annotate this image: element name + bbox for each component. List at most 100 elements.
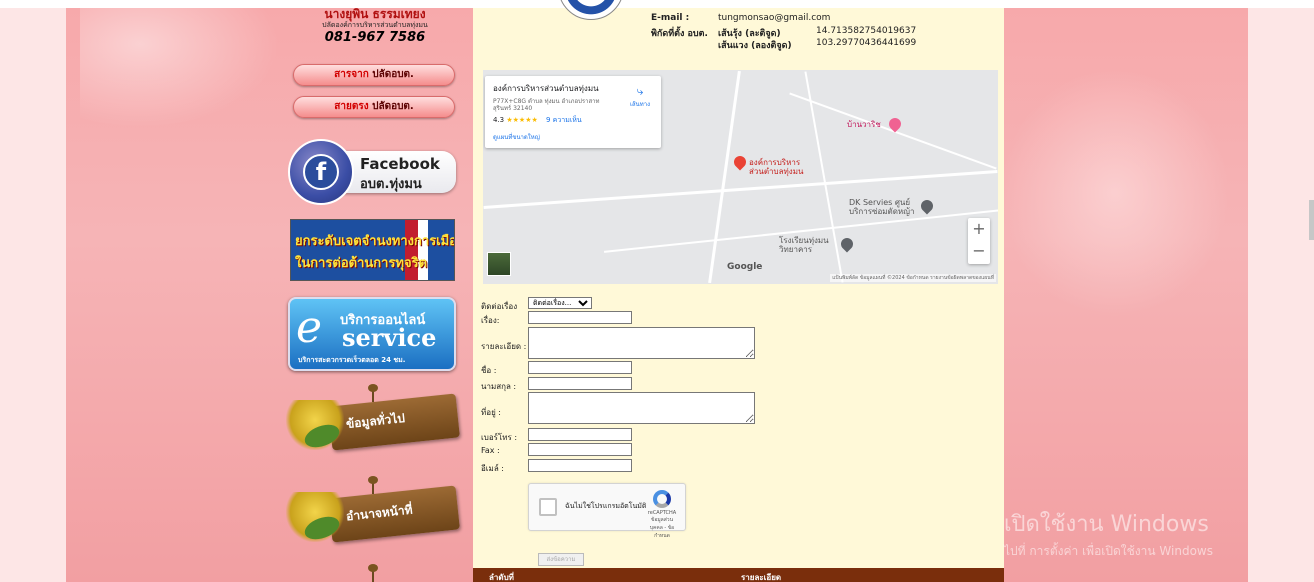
contact-info: E-mail : tungmonsao@gmail.com พิกัดที่ตั… [473,0,1004,64]
place-label: DK Servies ศูนย์ บริการซ่อมตัดหญ้า [849,198,915,216]
recaptcha-text: ฉันไม่ใช่โปรแกรมอัตโนมัติ [565,502,647,510]
submit-button[interactable]: ส่งข้อความ [538,553,584,566]
windows-activation-watermark: เปิดใช้งาน Windows [1004,512,1209,537]
directions-button[interactable]: ⤷ เส้นทาง [627,84,653,109]
left-margin [0,8,66,582]
background-decoration [1000,68,1230,318]
phone-input[interactable] [528,428,632,441]
coordinates-label: พิกัดที่ตั้ง อบต. [651,29,708,39]
menu-authority[interactable]: อำนาจหน้าที่ [286,476,462,548]
fax-input[interactable] [528,443,632,456]
google-logo: Google [727,262,763,272]
map-road [708,70,741,284]
scrollbar[interactable] [1309,200,1314,240]
satellite-toggle[interactable] [487,252,511,276]
recaptcha-links[interactable]: ข้อมูลส่วนบุคคล - ข้อกำหนด [647,516,677,540]
directions-icon: ⤷ [636,84,644,98]
topic-select[interactable]: ติดต่อเรื่อง... [528,297,592,309]
topic-label: ติดต่อเรื่อง [481,302,518,311]
email-value[interactable]: tungmonsao@gmail.com [718,13,830,23]
email-field[interactable] [528,459,632,472]
eservice-banner[interactable]: e บริการออนไลน์ service บริการสะดวกรวดเร… [288,297,456,371]
anti-corruption-banner[interactable]: ยกระดับเจตจำนงทางการเมือง ในการต่อต้านกา… [290,219,455,281]
map-footer: แป้นพิมพ์ลัด ข้อมูลแผนที่ ©2024 ข้อกำหนด… [830,274,996,282]
pill-prefix: สายตรง [334,101,369,112]
recaptcha-branding: reCAPTCHA ข้อมูลส่วนบุคคล - ข้อกำหนด [647,490,677,539]
facebook-icon: f [288,139,354,205]
sidebar: นางยุพิน ธรรมเทยง ปลัดองค์การบริหารส่วนต… [282,8,470,582]
email-field-label: อีเมล์ : [481,464,504,473]
google-map[interactable]: องค์การบริหารส่วนตำบลทุ่งมน P77X+C8G ตำบ… [483,70,998,284]
address-textarea[interactable] [528,392,755,424]
eservice-bottom-text: บริการสะดวกรวดเร็วตลอด 24 ชม. [298,356,406,364]
facebook-letter: f [303,154,339,190]
map-place-card: องค์การบริหารส่วนตำบลทุ่งมน P77X+C8G ตำบ… [485,76,661,148]
recaptcha-checkbox[interactable] [539,498,557,516]
phone-label: เบอร์โทร : [481,433,518,442]
name-label: ชื่อ : [481,366,497,375]
recaptcha-widget: ฉันไม่ใช่โปรแกรมอัตโนมัติ reCAPTCHA ข้อม… [528,483,686,539]
contact-name: นางยุพิน ธรรมเทยง [324,7,426,21]
place-label: โรงเรียนทุ่งมน วิทยาคาร [779,236,829,254]
place-label-line: บ้านวาริช [847,120,881,129]
contact-block: นางยุพิน ธรรมเทยง ปลัดองค์การบริหารส่วนต… [290,8,460,46]
rating-value: 4.3 [493,116,505,124]
facebook-subtitle: อบต.ทุ่งมน [360,177,422,192]
name-input[interactable] [528,361,632,374]
map-zoom-controls: + − [968,218,990,264]
subject-input[interactable] [528,311,632,324]
menu-next-partial[interactable] [286,564,462,582]
facebook-title: Facebook [360,155,440,173]
detail-textarea[interactable] [528,327,755,359]
main-pin-label: องค์การบริหาร ส่วนตำบลทุ่งมน [749,158,803,176]
menu-nail [368,476,378,484]
messages-table-header: ลำดับที่ รายละเอียด [473,568,1004,582]
map-place-rating: 4.3 ★★★★★ 9 ความเห็น [493,115,653,126]
windows-activation-subtext: ไปที่ การตั้งค่า เพื่อเปิดใช้งาน Windows [1004,544,1213,558]
lastname-label: นามสกุล : [481,382,517,391]
place-pin-icon[interactable] [918,197,936,215]
zoom-out-button[interactable]: − [968,240,990,262]
menu-nail [368,384,378,392]
detail-label: รายละเอียด : [481,342,527,351]
direct-line-chief-button[interactable]: สายตรง ปลัดอบต. [293,96,455,118]
directions-label: เส้นทาง [629,101,651,108]
recaptcha-icon [653,490,671,508]
contact-form: ติดต่อเรื่อง ติดต่อเรื่อง... เรื่อง: ราย… [481,296,881,576]
place-label-line: โรงเรียนทุ่งมน [779,236,829,245]
subject-label: เรื่อง: [481,316,500,325]
longitude-label: เส้นแวง (ลองติจูด) [718,41,792,51]
eservice-title: service [342,323,437,352]
reviews-link[interactable]: 9 ความเห็น [546,116,582,124]
rating-stars-icon: ★★★★★ [506,116,538,124]
anti-corruption-line2: ในการต่อต้านการทุจริต [295,256,428,271]
pill-text: ปลัดอบต. [372,101,414,112]
facebook-banner[interactable]: f Facebook อบต.ทุ่งมน [288,139,456,205]
place-label-line: บริการซ่อมตัดหญ้า [849,207,915,216]
place-label-line: วิทยาคาร [779,245,813,254]
contact-position: ปลัดองค์การบริหารส่วนตำบลทุ่งมน [322,21,428,29]
email-label: E-mail : [651,13,690,23]
lastname-input[interactable] [528,377,632,390]
background-decoration [80,8,280,128]
pill-prefix: สารจาก [334,69,369,80]
organization-logo [558,0,624,20]
place-pin-icon[interactable] [838,235,856,253]
pill-text: ปลัดอบต. [372,69,414,80]
zoom-in-button[interactable]: + [968,218,990,240]
location-pin-icon[interactable] [731,153,749,171]
menu-nail [368,564,378,572]
right-margin [1248,8,1314,582]
larger-map-link[interactable]: ดูแผนที่ขนาดใหญ่ [493,132,653,142]
pin-label-line: องค์การบริหาร [749,158,801,167]
main-content: E-mail : tungmonsao@gmail.com พิกัดที่ตั… [473,0,1004,582]
menu-general-info[interactable]: ข้อมูลทั่วไป [286,384,462,456]
fax-label: Fax : [481,446,500,455]
longitude-value: 103.29770436441699 [816,38,917,48]
address-label: ที่อยู่ : [481,408,502,417]
map-place-address: P77X+C8G ตำบล ทุ่งมน อำเภอปราสาท สุรินทร… [493,98,600,112]
place-label-line: DK Servies ศูนย์ [849,198,911,207]
table-header-number: ลำดับที่ [489,573,514,582]
contact-phone: 081-967 7586 [324,30,426,45]
message-from-chief-button[interactable]: สารจาก ปลัดอบต. [293,64,455,86]
